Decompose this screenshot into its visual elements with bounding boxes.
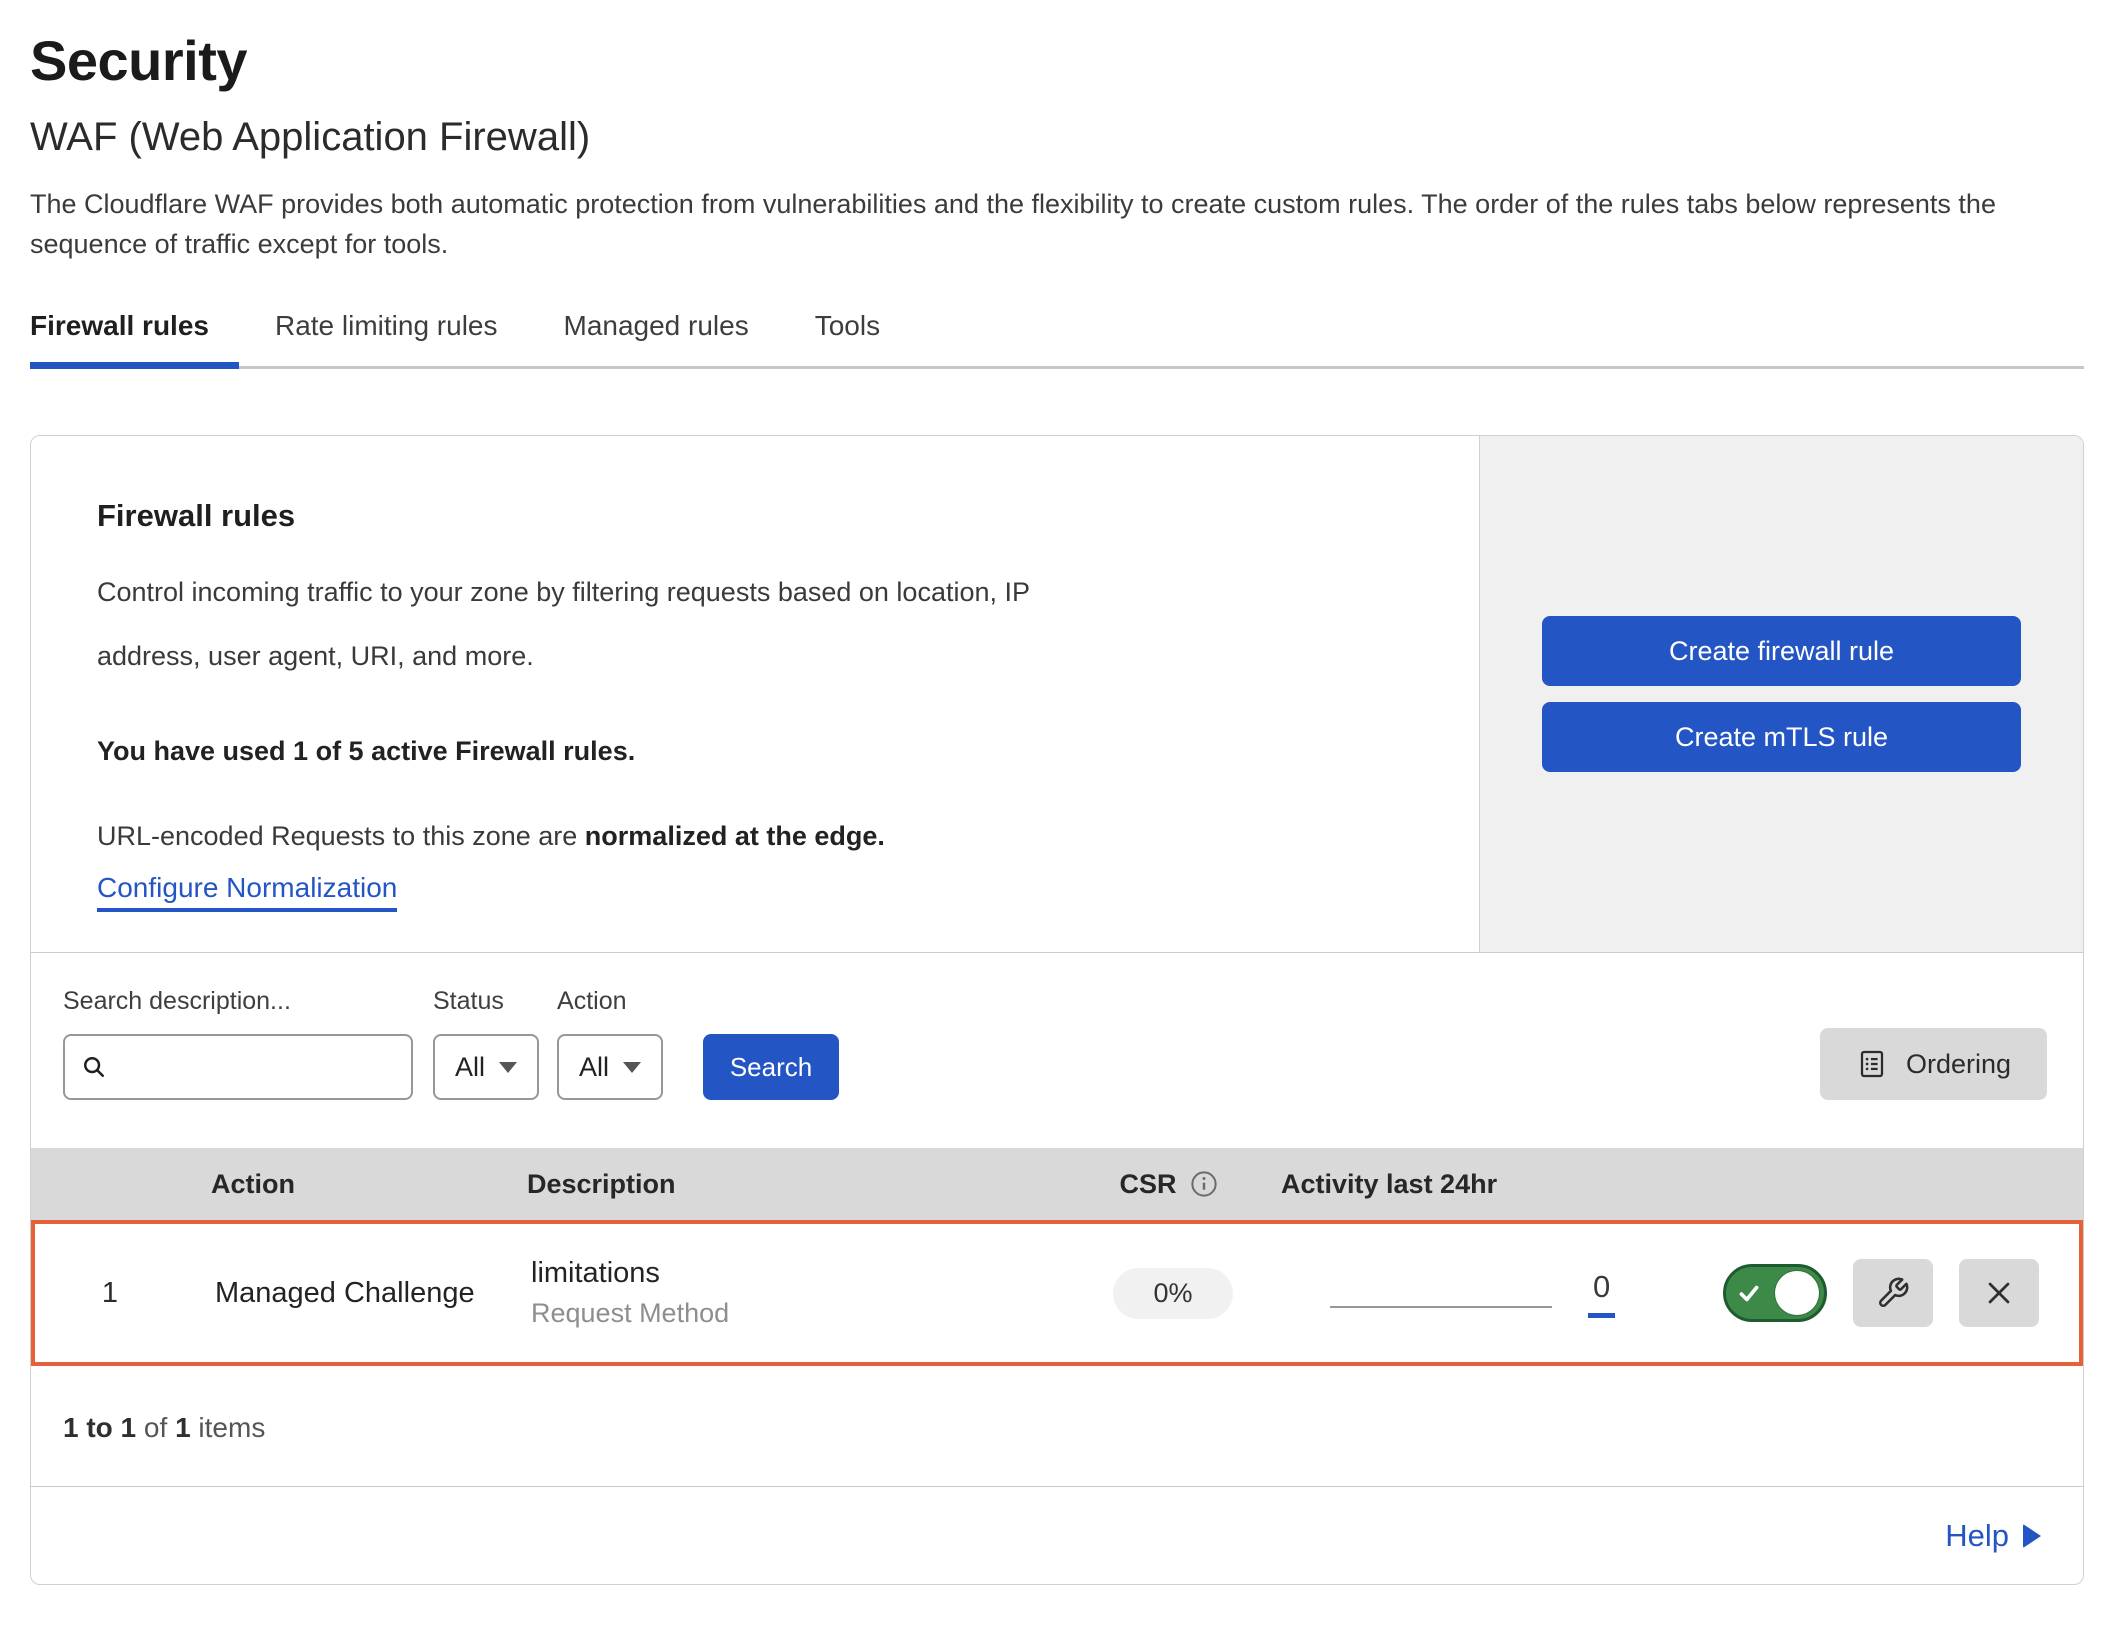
normalization-text-bold: normalized at the edge. [585, 821, 885, 851]
chevron-down-icon [623, 1062, 641, 1073]
firewall-rules-card: Firewall rules Control incoming traffic … [30, 435, 2084, 1585]
info-icon[interactable] [1189, 1169, 1219, 1199]
summary-of: of [144, 1412, 167, 1443]
rule-description: limitations [531, 1257, 1061, 1290]
create-firewall-rule-button[interactable]: Create firewall rule [1542, 616, 2021, 686]
create-mtls-rule-button[interactable]: Create mTLS rule [1542, 702, 2021, 772]
summary-range: 1 to 1 [63, 1412, 136, 1443]
tab-rate-limiting-rules[interactable]: Rate limiting rules [275, 310, 498, 366]
help-link-label: Help [1945, 1518, 2009, 1554]
csr-badge: 0% [1113, 1268, 1232, 1319]
search-box[interactable] [63, 1034, 413, 1100]
action-filter-group: Action All [557, 987, 663, 1100]
rule-activity-cell: 0 [1285, 1269, 1665, 1318]
status-select-value: All [455, 1052, 485, 1083]
arrow-right-icon [2023, 1524, 2041, 1548]
toggle-knob [1775, 1271, 1819, 1315]
ordering-list-icon [1856, 1048, 1888, 1080]
tab-managed-rules[interactable]: Managed rules [564, 310, 749, 366]
page-subtitle: WAF (Web Application Firewall) [30, 115, 2084, 160]
rule-csr-cell: 0% [1061, 1268, 1285, 1319]
csr-header-label: CSR [1119, 1169, 1176, 1200]
chevron-down-icon [499, 1062, 517, 1073]
tab-tools[interactable]: Tools [815, 310, 880, 366]
action-select[interactable]: All [557, 1034, 663, 1100]
rule-action: Managed Challenge [185, 1277, 501, 1310]
page-description: The Cloudflare WAF provides both automat… [30, 184, 2080, 264]
column-header-activity: Activity last 24hr [1281, 1169, 1661, 1200]
close-icon [1981, 1275, 2017, 1311]
search-input[interactable] [119, 1036, 454, 1098]
status-label: Status [433, 987, 539, 1016]
configure-normalization-link[interactable]: Configure Normalization [97, 872, 397, 912]
column-header-description: Description [497, 1169, 1057, 1200]
search-filter-group: Search description... [63, 987, 413, 1100]
ordering-button[interactable]: Ordering [1820, 1028, 2047, 1100]
normalization-text: URL-encoded Requests to this zone are no… [97, 821, 1409, 852]
search-button[interactable]: Search [703, 1034, 839, 1100]
card-footer: Help [31, 1486, 2083, 1584]
summary-total: 1 [175, 1412, 191, 1443]
rule-description-cell: limitations Request Method [501, 1257, 1061, 1329]
search-label: Search description... [63, 987, 413, 1016]
ordering-button-label: Ordering [1906, 1049, 2011, 1080]
waf-tabs: Firewall rules Rate limiting rules Manag… [30, 310, 2084, 369]
status-select[interactable]: All [433, 1034, 539, 1100]
rule-priority: 1 [35, 1277, 185, 1310]
search-icon [79, 1052, 109, 1082]
firewall-rules-overview: Firewall rules Control incoming traffic … [31, 436, 2083, 952]
usage-text: You have used 1 of 5 active Firewall rul… [97, 736, 1409, 767]
table-summary: 1 to 1 of 1 items [31, 1366, 2083, 1486]
security-waf-page: Security WAF (Web Application Firewall) … [0, 0, 2114, 1585]
tab-firewall-rules[interactable]: Firewall rules [30, 310, 209, 366]
activity-count-link[interactable]: 0 [1588, 1269, 1615, 1318]
page-title: Security [30, 28, 2084, 93]
rule-controls [1665, 1259, 2079, 1327]
filter-bar: Search description... Status All [31, 952, 2083, 1148]
wrench-icon [1876, 1276, 1910, 1310]
action-select-value: All [579, 1052, 609, 1083]
delete-rule-button[interactable] [1959, 1259, 2039, 1327]
help-link[interactable]: Help [1945, 1518, 2041, 1554]
action-buttons-panel: Create firewall rule Create mTLS rule [1479, 436, 2083, 952]
table-header: Action Description CSR Activity last 24h… [31, 1148, 2083, 1220]
overview-text-column: Firewall rules Control incoming traffic … [31, 436, 1479, 952]
panel-description: Control incoming traffic to your zone by… [97, 560, 1057, 688]
action-label: Action [557, 987, 663, 1016]
normalization-text-regular: URL-encoded Requests to this zone are [97, 821, 577, 851]
rule-enabled-toggle[interactable] [1723, 1264, 1827, 1322]
column-header-action: Action [181, 1169, 497, 1200]
edit-rule-button[interactable] [1853, 1259, 1933, 1327]
status-filter-group: Status All [433, 987, 539, 1100]
activity-sparkline [1330, 1306, 1552, 1308]
panel-heading: Firewall rules [97, 498, 1409, 534]
column-header-csr: CSR [1057, 1169, 1281, 1200]
rule-expression: Request Method [531, 1298, 1061, 1329]
table-row: 1 Managed Challenge limitations Request … [31, 1220, 2083, 1366]
summary-items: items [198, 1412, 265, 1443]
check-icon [1736, 1280, 1762, 1306]
